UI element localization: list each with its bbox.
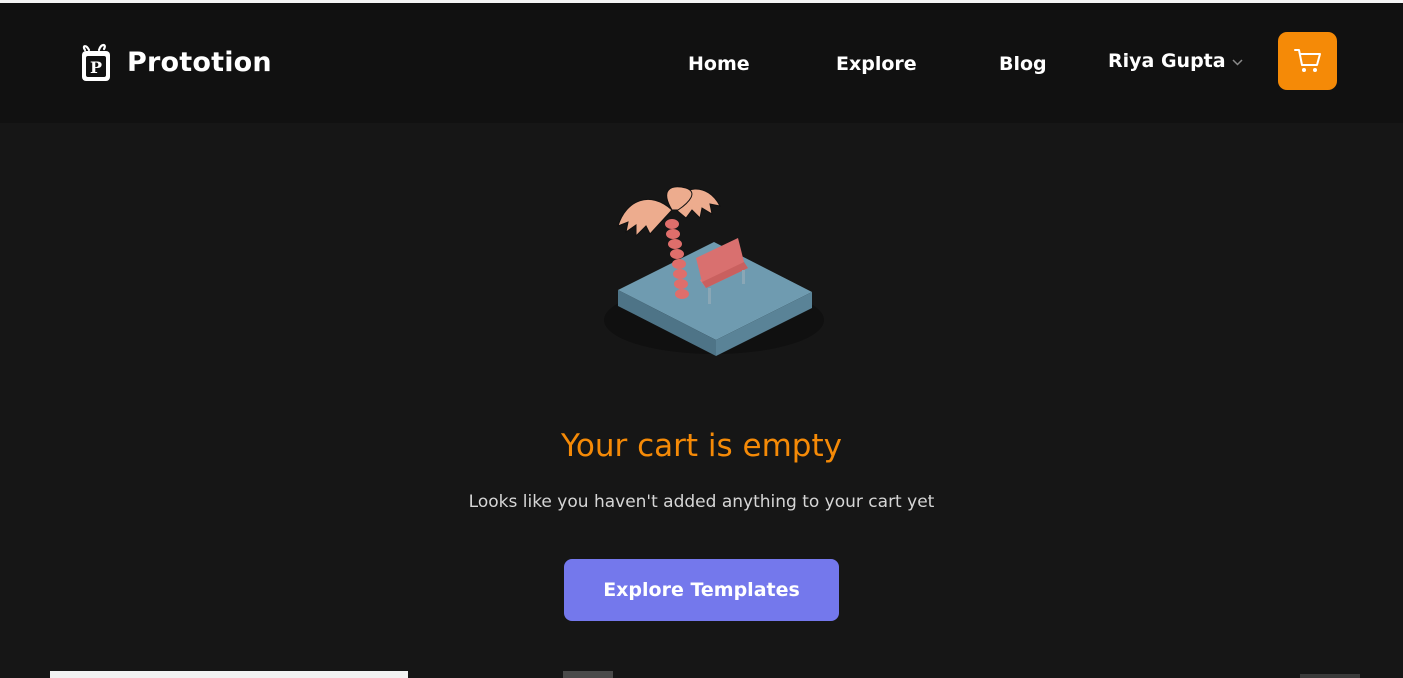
nav-home[interactable]: Home — [688, 53, 750, 75]
site-header: P Prototion Home Explore Blog Riya Gupta — [0, 3, 1403, 123]
footer-strip-middle — [563, 671, 613, 678]
shopping-cart-icon — [1293, 49, 1321, 72]
empty-cart-title: Your cart is empty — [561, 428, 842, 464]
prototion-logo-icon: P — [82, 43, 110, 81]
svg-text:P: P — [90, 58, 102, 77]
brand-name: Prototion — [127, 46, 272, 78]
chevron-down-icon — [1232, 59, 1243, 66]
brand-link[interactable]: P Prototion — [79, 41, 272, 83]
explore-templates-button[interactable]: Explore Templates — [564, 559, 839, 621]
footer-strip-right — [1300, 674, 1360, 678]
user-name: Riya Gupta — [1108, 50, 1226, 72]
empty-cart-illustration — [604, 186, 824, 356]
nav-explore[interactable]: Explore — [836, 53, 917, 75]
cart-page: P Prototion Home Explore Blog Riya Gupta — [0, 0, 1403, 678]
empty-cart-subtitle: Looks like you haven't added anything to… — [468, 492, 935, 512]
footer-strip — [50, 671, 408, 678]
nav-blog[interactable]: Blog — [999, 53, 1047, 75]
user-menu[interactable]: Riya Gupta — [1108, 50, 1243, 72]
cart-button[interactable] — [1278, 32, 1337, 90]
